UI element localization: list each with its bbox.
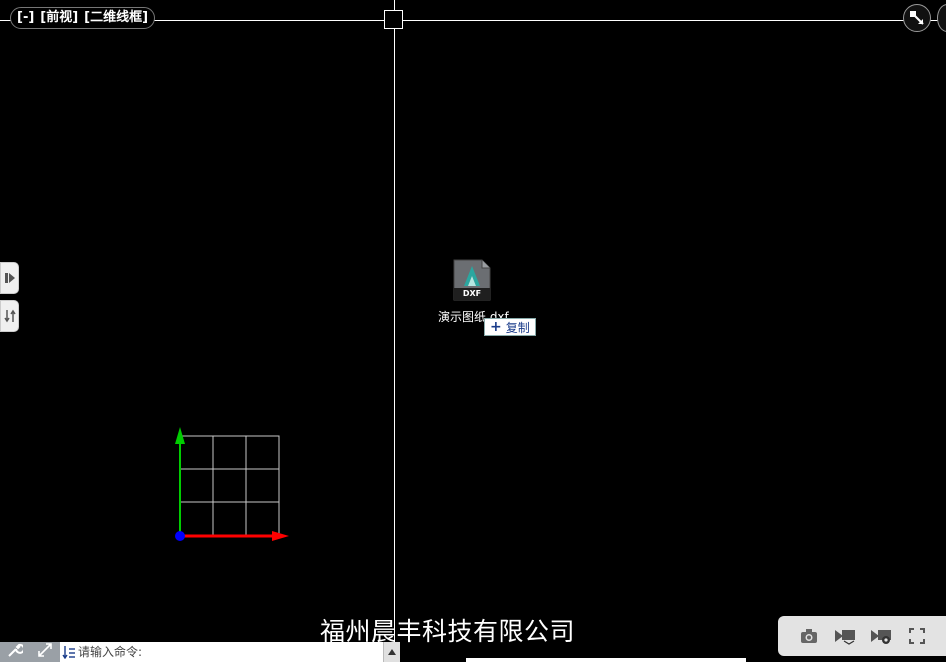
navigation-button[interactable] [903, 4, 931, 32]
dragged-file-icon: DXF [452, 258, 492, 302]
status-tray [778, 616, 946, 656]
caret-up-icon [388, 649, 396, 655]
view-direction-button[interactable]: [前视] [40, 8, 78, 28]
command-line-tools [0, 642, 60, 662]
viewport-menu-button[interactable]: [-] [17, 8, 34, 28]
ucs-icon [175, 427, 289, 541]
wrench-icon[interactable] [7, 642, 25, 662]
command-list-icon[interactable] [60, 645, 78, 659]
settings-icon[interactable] [870, 625, 892, 647]
layer-visibility-icon[interactable] [834, 625, 856, 647]
drop-effect-badge: + 复制 [484, 318, 536, 336]
pan-zoom-icon [910, 11, 924, 25]
plus-icon: + [490, 319, 502, 335]
fullscreen-icon[interactable] [906, 625, 928, 647]
command-line [0, 642, 400, 662]
expand-icon[interactable] [37, 642, 53, 662]
cursor-pickbox [384, 10, 403, 29]
command-input-wrap [60, 642, 383, 662]
panel-toggle-icon [4, 273, 15, 283]
command-input[interactable] [78, 645, 378, 659]
file-type-label: DXF [462, 289, 482, 298]
drawing-canvas[interactable]: [-] [前视] [二维线框] DXF 演示图纸.dxf + 复制 福州晨丰科技… [0, 0, 946, 662]
swap-icon [3, 309, 16, 323]
side-panel-toggle-button[interactable] [0, 262, 19, 294]
view-controls: [-] [前视] [二维线框] [10, 7, 156, 29]
drop-effect-label: 复制 [505, 320, 530, 335]
navigation-extra-button[interactable] [937, 4, 946, 32]
layout-tab-strip[interactable] [466, 658, 746, 662]
crosshair-vertical [394, 0, 395, 642]
visual-style-button[interactable]: [二维线框] [84, 8, 148, 28]
side-swap-button[interactable] [0, 300, 19, 332]
camera-icon[interactable] [798, 625, 820, 647]
command-history-button[interactable] [383, 642, 400, 662]
